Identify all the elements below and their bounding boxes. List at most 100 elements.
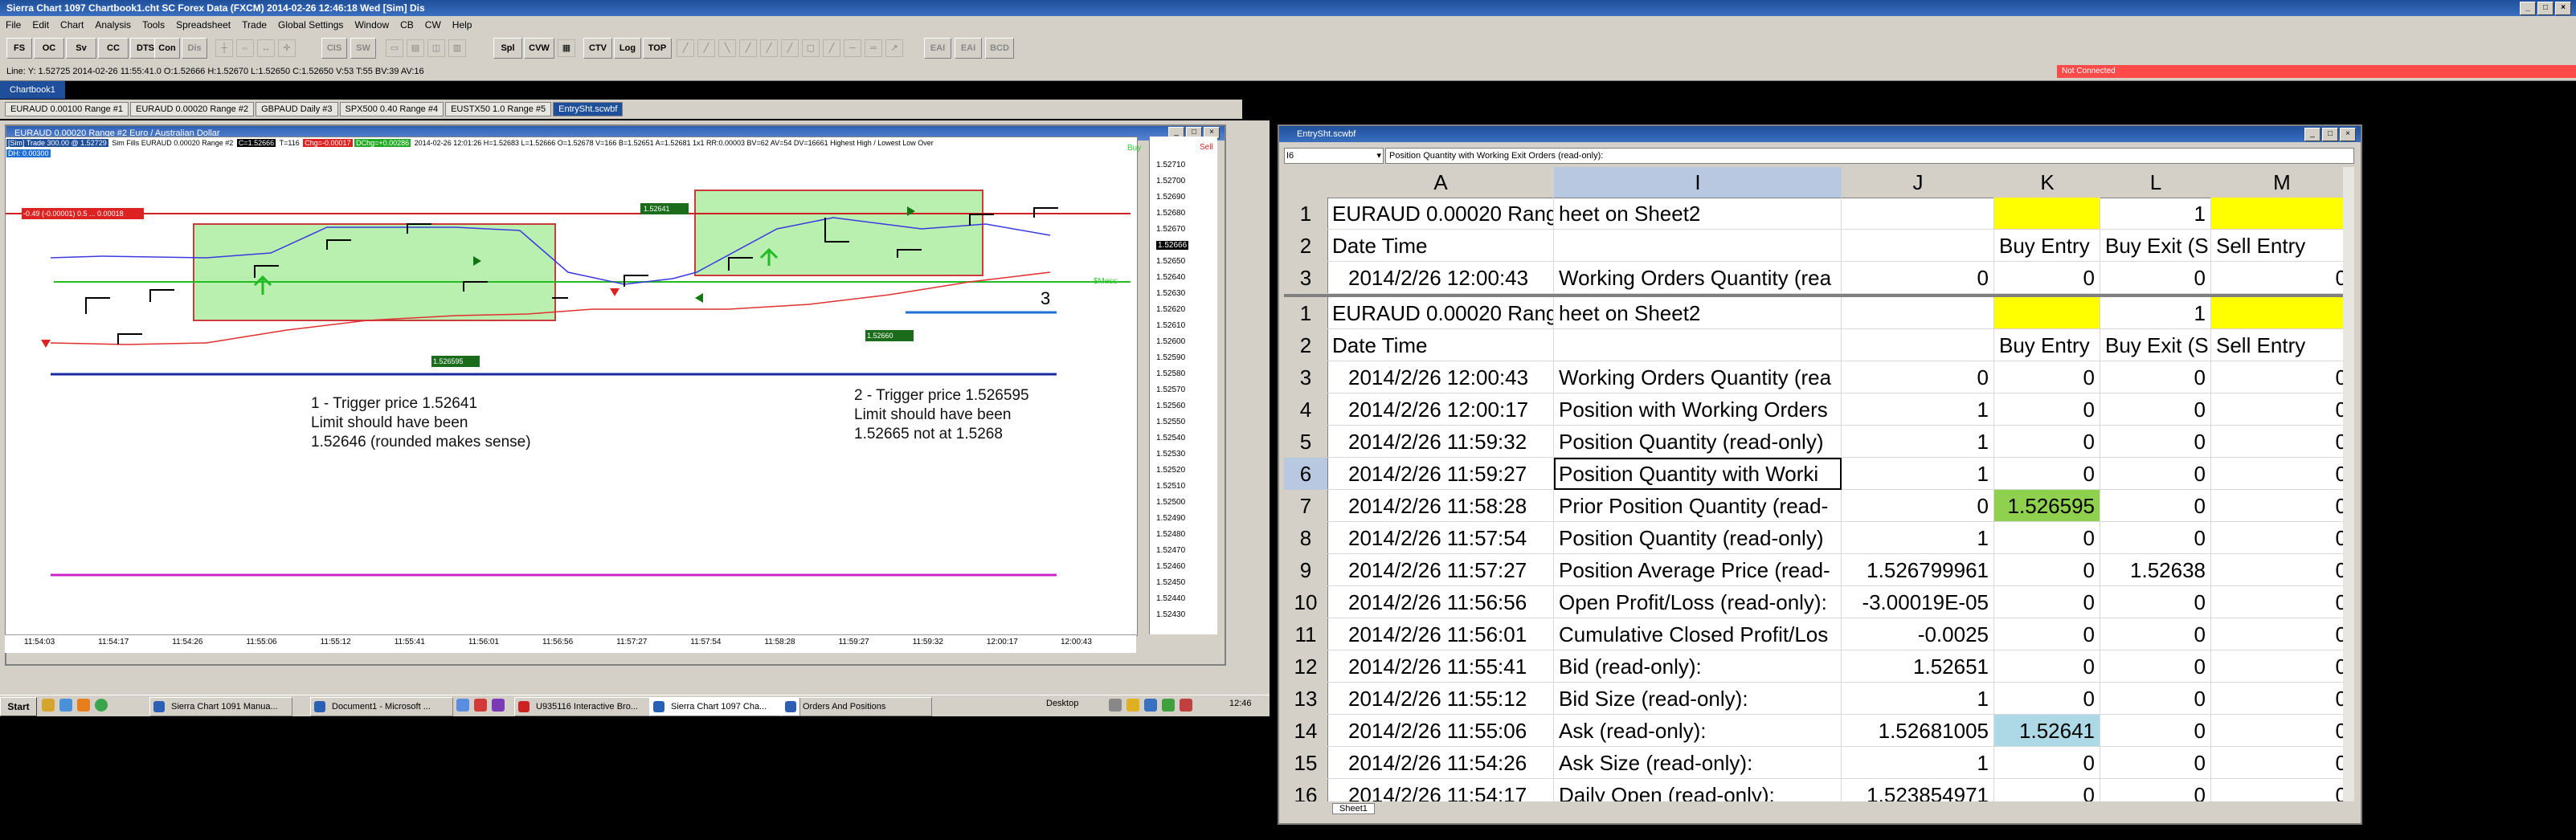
row-header[interactable]: 2 <box>1284 230 1328 263</box>
grid-cell[interactable]: Daily Open (read-only): <box>1554 779 1842 801</box>
row-header[interactable]: 4 <box>1284 393 1328 426</box>
task-word-document[interactable]: Document1 - Microsoft ... <box>310 697 453 716</box>
grid-cell[interactable]: 0 <box>2100 618 2211 650</box>
draw-tool-icon-1[interactable]: ╱ <box>677 39 694 57</box>
grid-cell[interactable]: 1 <box>1842 522 1994 554</box>
app-icon-2[interactable] <box>474 699 487 712</box>
sheet-maximize-icon[interactable]: □ <box>2322 128 2338 141</box>
grid-cell[interactable]: Buy Entry <box>1994 329 2100 361</box>
grid-cell[interactable]: Date Time <box>1327 230 1554 262</box>
browser-icon[interactable] <box>59 699 72 712</box>
horizontal-scrollbar[interactable]: Sheet1 <box>1284 801 2353 816</box>
task-interactive-brokers[interactable]: U935116 Interactive Bro... <box>514 697 665 716</box>
grid-cell[interactable]: 0 <box>1994 554 2100 586</box>
grid-cell[interactable]: 0 <box>1994 262 2100 294</box>
grid-cell[interactable] <box>1842 297 1994 329</box>
grid-cell[interactable]: Open Profit/Loss (read-only): <box>1554 586 1842 618</box>
row-header[interactable]: 14 <box>1284 715 1328 748</box>
grid-cell[interactable]: 0 <box>2211 779 2353 801</box>
grid-cell[interactable]: 1.52651 <box>1842 650 1994 683</box>
grid-cell[interactable]: 0 <box>2100 361 2211 393</box>
draw-tool-icon-9[interactable]: ─ <box>844 39 861 57</box>
row-header[interactable]: 6 <box>1284 458 1328 491</box>
grid-cell[interactable]: 1.52681005 <box>1842 715 1994 747</box>
draw-tool-icon-10[interactable]: ═ <box>865 39 882 57</box>
grid-cell[interactable]: 0 <box>2100 586 2211 618</box>
grid-cell[interactable]: 0 <box>2211 426 2353 458</box>
grid-cell[interactable] <box>2211 297 2353 329</box>
menu-cw[interactable]: CW <box>419 19 447 31</box>
grid-cell[interactable] <box>2211 198 2353 230</box>
grid-cell[interactable]: 2014/2/26 11:54:17 <box>1327 779 1554 801</box>
grid-cell[interactable]: 0 <box>1994 522 2100 554</box>
grid-cell[interactable]: 0 <box>1842 490 1994 522</box>
close-icon[interactable]: × <box>2555 2 2571 15</box>
row-header[interactable]: 3 <box>1284 361 1328 394</box>
draw-tool-icon-2[interactable]: ╱ <box>697 39 715 57</box>
row-header[interactable]: 1 <box>1284 198 1328 230</box>
folder-icon[interactable] <box>42 699 55 712</box>
grid-cell[interactable]: 2014/2/26 12:00:17 <box>1327 393 1554 426</box>
grid-cell[interactable]: 0 <box>2100 490 2211 522</box>
grid-cell[interactable]: -3.00019E-05 <box>1842 586 1994 618</box>
tab-chart-4[interactable]: SPX500 0.40 Range #4 <box>339 102 444 116</box>
grid-cell[interactable]: 0 <box>1994 747 2100 779</box>
grid-cell[interactable]: 0 <box>2100 522 2211 554</box>
chevron-down-icon[interactable]: ▾ <box>1376 149 1381 163</box>
toolbar-oc-button[interactable]: OC <box>34 38 64 59</box>
chart-plot-area[interactable]: -0.49 (-0.00001) 0.5 ... 0.00018 1.52641… <box>5 137 1141 636</box>
grid-cell[interactable]: 1.523854971 <box>1842 779 1994 801</box>
grid-cell[interactable]: Position Average Price (read- <box>1554 554 1842 586</box>
grid-cell[interactable]: 0 <box>2100 747 2211 779</box>
grid-cell[interactable] <box>1554 329 1842 361</box>
grid-cell[interactable]: -0.0025 <box>1842 618 1994 650</box>
grid-cell[interactable]: 0 <box>1842 361 1994 393</box>
maximize-icon[interactable]: □ <box>2537 2 2554 15</box>
grid-cell[interactable]: 1 <box>1842 426 1994 458</box>
grid-cell[interactable]: 0 <box>1994 458 2100 490</box>
row-header[interactable]: 1 <box>1284 297 1328 330</box>
grid-cell[interactable]: 1.526595 <box>1994 490 2100 522</box>
grid-cell[interactable]: 2014/2/26 11:58:28 <box>1327 490 1554 522</box>
grid-cell[interactable]: 0 <box>2211 458 2353 490</box>
grid-cell[interactable] <box>1842 198 1994 230</box>
task-sierra-chart-active[interactable]: Sierra Chart 1097 Cha... <box>649 697 800 716</box>
draw-tool-icon-7[interactable]: ▢ <box>802 39 820 57</box>
menu-file[interactable]: File <box>0 19 27 31</box>
sheet-minimize-icon[interactable]: _ <box>2304 128 2320 141</box>
grid-cell[interactable]: 0 <box>2211 490 2353 522</box>
price-axis[interactable]: Sell 1.52710 1.52700 1.52690 1.52680 1.52670… <box>1149 137 1217 634</box>
time-axis[interactable]: 11:54:03 11:54:17 11:54:26 11:55:06 11:55:12… <box>5 634 1136 653</box>
grid-cell[interactable]: 0 <box>2100 458 2211 490</box>
grid-cell[interactable]: 0 <box>2100 262 2211 294</box>
grid-cell[interactable]: 0 <box>2211 618 2353 650</box>
grid-cell[interactable]: 0 <box>2100 715 2211 747</box>
chart-tool-icon-3[interactable]: ◫ <box>427 39 445 57</box>
grid-cell[interactable]: Working Orders Quantity (rea <box>1554 262 1842 294</box>
scroll-icon[interactable]: ⇔ <box>236 39 254 57</box>
grid-cell[interactable]: 1 <box>2100 198 2211 230</box>
spreadsheet-grid[interactable]: AIJKLM1EURAUD 0.00020 Range #2heet on Sh… <box>1284 167 2353 801</box>
toolbar-log-button[interactable]: Log <box>614 38 641 59</box>
grid-cell[interactable]: 1.52638 <box>2100 554 2211 586</box>
tab-chart-5[interactable]: EUSTX50 1.0 Range #5 <box>445 102 552 116</box>
row-header[interactable]: 11 <box>1284 618 1328 651</box>
menu-chart[interactable]: Chart <box>55 19 89 31</box>
grid-cell[interactable]: 1.52641 <box>1994 715 2100 747</box>
grid-cell[interactable]: 1 <box>1842 683 1994 715</box>
grid-cell[interactable]: 0 <box>2100 779 2211 801</box>
zoom-icon[interactable]: ↔ <box>257 39 275 57</box>
grid-cell[interactable]: Position Quantity with Worki <box>1554 458 1842 490</box>
crosshair-icon[interactable]: ✛ <box>278 39 296 57</box>
vertical-scrollbar[interactable] <box>2343 167 2354 801</box>
row-header[interactable]: 3 <box>1284 262 1328 295</box>
draw-tool-icon-11[interactable]: ↗ <box>885 39 903 57</box>
toolbar-dis-button[interactable]: Dis <box>182 38 207 59</box>
grid-cell[interactable]: Buy Entry <box>1994 230 2100 262</box>
grid-cell[interactable]: heet on Sheet2 <box>1554 297 1842 329</box>
grid-cell[interactable]: 0 <box>2211 586 2353 618</box>
grid-cell[interactable]: 2014/2/26 11:57:27 <box>1327 554 1554 586</box>
row-header[interactable]: 13 <box>1284 683 1328 716</box>
column-header[interactable]: K <box>1994 167 2101 198</box>
grid-cell[interactable]: 0 <box>2100 426 2211 458</box>
